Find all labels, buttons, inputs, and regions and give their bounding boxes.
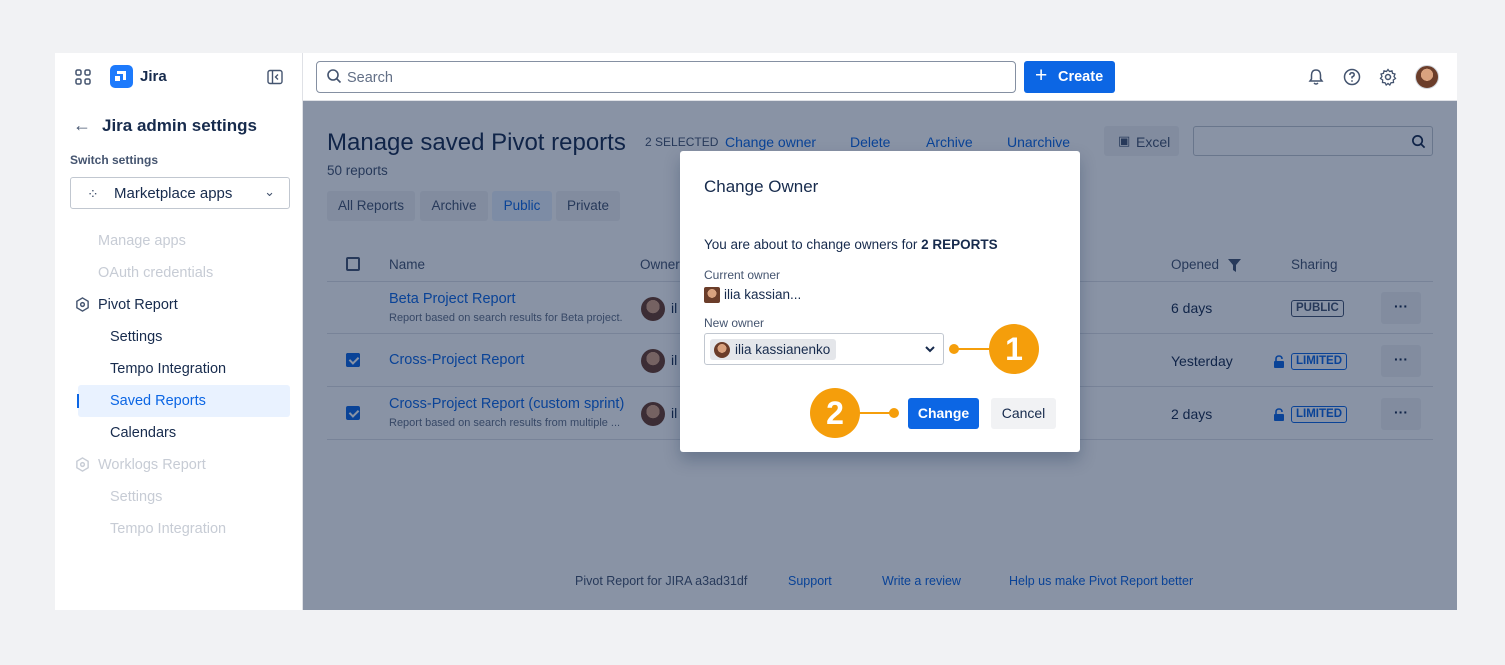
search-icon: [327, 69, 342, 84]
app-switcher-icon[interactable]: [75, 69, 91, 85]
new-owner-select[interactable]: ilia kassianenko: [704, 333, 944, 365]
settings-gear-icon[interactable]: [1379, 68, 1397, 86]
cancel-button[interactable]: Cancel: [991, 398, 1056, 429]
sidebar-item-pivot-settings[interactable]: Settings: [110, 329, 162, 345]
sidebar-item-tempo-integration[interactable]: Tempo Integration: [110, 361, 226, 377]
sidebar-item-oauth[interactable]: OAuth credentials: [98, 265, 213, 281]
create-button[interactable]: + Create: [1024, 61, 1115, 93]
selected-user-chip: ilia kassianenko: [710, 339, 836, 360]
search-input[interactable]: Search: [316, 61, 1016, 93]
plus-icon: +: [1035, 64, 1048, 87]
sidebar-item-saved-reports[interactable]: Saved Reports: [110, 393, 206, 409]
new-owner-label: New owner: [704, 316, 765, 330]
collapse-sidebar-icon[interactable]: [267, 69, 283, 85]
user-avatar[interactable]: [1415, 65, 1439, 89]
worklogs-report-icon: [76, 457, 89, 472]
jira-logo-icon[interactable]: [110, 65, 133, 88]
current-owner-name: ilia kassian...: [724, 287, 802, 302]
back-arrow-icon[interactable]: ←: [73, 115, 91, 136]
callout-step-1: 1: [989, 324, 1039, 374]
dialog-message: You are about to change owners for 2 REP…: [704, 237, 998, 252]
switch-settings-value: Marketplace apps: [114, 185, 233, 202]
current-owner-avatar: [704, 287, 720, 303]
pivot-report-icon: [76, 297, 89, 312]
message-text: You are about to change owners for: [704, 237, 922, 252]
callout-line: [954, 348, 990, 350]
switch-settings-select[interactable]: ⁘ Marketplace apps ⌄: [70, 177, 290, 209]
selected-indicator: [77, 394, 79, 408]
sidebar: Jira ← Jira admin settings Switch settin…: [55, 53, 303, 610]
new-owner-avatar: [714, 342, 730, 358]
switch-settings-label: Switch settings: [70, 153, 159, 167]
sidebar-item-pivot-report[interactable]: Pivot Report: [98, 297, 178, 313]
change-owner-dialog: Change Owner You are about to change own…: [680, 151, 1080, 452]
sidebar-item-calendars[interactable]: Calendars: [110, 425, 176, 441]
apps-icon: ⁘: [87, 186, 99, 202]
chevron-down-icon: ⌄: [264, 184, 275, 199]
sidebar-item-worklogs-settings[interactable]: Settings: [110, 489, 162, 505]
callout-step-2: 2: [810, 388, 860, 438]
sidebar-item-worklogs-report[interactable]: Worklogs Report: [98, 457, 206, 473]
top-bar: Search + Create: [303, 53, 1457, 101]
create-label: Create: [1058, 69, 1104, 85]
message-count: 2 REPORTS: [921, 237, 998, 252]
change-button[interactable]: Change: [908, 398, 979, 429]
current-owner-label: Current owner: [704, 268, 781, 282]
sidebar-item-manage-apps[interactable]: Manage apps: [98, 233, 186, 249]
sidebar-item-worklogs-tempo[interactable]: Tempo Integration: [110, 521, 226, 537]
search-placeholder: Search: [347, 70, 393, 86]
dialog-title: Change Owner: [704, 177, 819, 196]
admin-settings-title[interactable]: Jira admin settings: [102, 116, 257, 136]
new-owner-name: ilia kassianenko: [735, 342, 831, 357]
chevron-down-icon: [925, 346, 935, 353]
app-name[interactable]: Jira: [140, 68, 167, 85]
callout-dot: [889, 408, 899, 418]
help-icon[interactable]: [1343, 68, 1361, 86]
notifications-bell-icon[interactable]: [1307, 68, 1325, 86]
